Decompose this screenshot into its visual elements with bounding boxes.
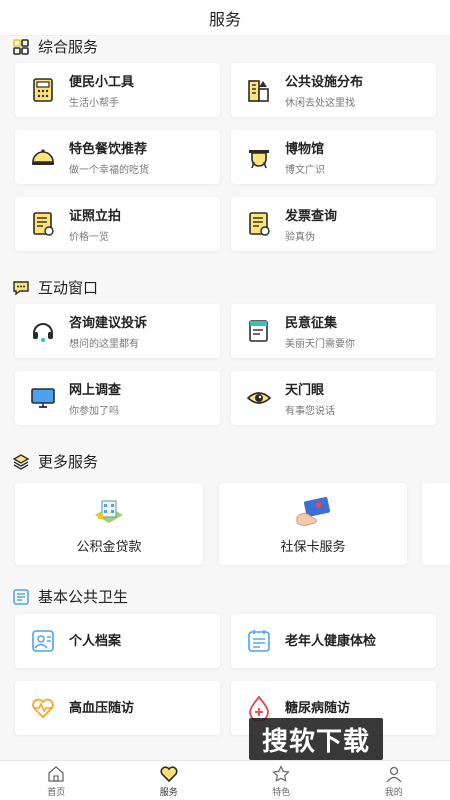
housing-building-icon <box>89 494 129 530</box>
card-label: 社保卡服务 <box>280 538 346 554</box>
card-title: 公共设施分布 <box>285 74 364 89</box>
food-cloche-icon <box>29 143 57 171</box>
card-subtitle: 博文广识 <box>285 165 325 176</box>
card-hand-icon <box>293 494 333 530</box>
invoice-icon <box>245 210 273 238</box>
monitor-icon <box>29 384 57 412</box>
card-tianmen-eye[interactable]: 天门眼 有事您说话 <box>231 371 436 425</box>
grid-icon <box>12 38 30 56</box>
card-housing-fund-loan[interactable]: 公积金贷款 <box>15 483 203 565</box>
card-title: 咨询建议投诉 <box>69 315 148 330</box>
card-more-partial[interactable] <box>422 483 450 565</box>
tab-featured[interactable]: 特色 <box>225 761 338 800</box>
card-title: 证照立拍 <box>69 208 122 223</box>
card-subtitle: 有事您说话 <box>285 406 335 417</box>
chat-bubble-icon <box>12 279 30 297</box>
user-icon <box>384 764 404 784</box>
card-title: 博物馆 <box>285 141 325 156</box>
card-personal-record[interactable]: 个人档案 <box>15 614 220 668</box>
card-online-survey[interactable]: 网上调查 你参加了吗 <box>15 371 220 425</box>
card-title: 网上调查 <box>69 382 122 397</box>
card-public-facilities[interactable]: 公共设施分布 休闲去处这里找 <box>231 63 436 117</box>
card-subtitle: 你参加了吗 <box>69 406 119 417</box>
card-title: 高血压随访 <box>69 699 135 715</box>
tab-home[interactable]: 首页 <box>0 761 113 800</box>
card-title: 老年人健康体检 <box>285 632 377 648</box>
card-title: 天门眼 <box>285 382 325 397</box>
section-title-health: 基本公共卫生 <box>12 586 128 607</box>
card-subtitle: 做一个幸福的吃货 <box>69 165 149 176</box>
building-icon <box>245 76 273 104</box>
page-header: 服务 <box>0 0 450 36</box>
card-title: 民意征集 <box>285 315 338 330</box>
tab-label: 首页 <box>47 786 66 797</box>
card-consult-complaint[interactable]: 咨询建议投诉 想问的这里都有 <box>15 304 220 358</box>
card-title: 便民小工具 <box>69 74 135 89</box>
section-label: 互动窗口 <box>38 280 99 297</box>
card-title: 发票查询 <box>285 208 338 223</box>
card-convenience-tools[interactable]: 便民小工具 生活小帮手 <box>15 63 220 117</box>
home-icon <box>46 764 66 784</box>
section-label: 更多服务 <box>38 454 99 471</box>
card-hypertension-followup[interactable]: 高血压随访 <box>15 681 220 735</box>
service-scroll-area[interactable]: 综合服务 便民小工具 生活小帮手 公共设施分布 休闲去处这里找 特色餐饮推荐 做… <box>0 36 450 760</box>
opinion-form-icon <box>245 317 273 345</box>
tab-mine[interactable]: 我的 <box>338 761 450 800</box>
tab-label: 特色 <box>272 786 291 797</box>
profile-file-icon <box>29 627 57 655</box>
card-invoice-query[interactable]: 发票查询 验真伪 <box>231 197 436 251</box>
tab-label: 我的 <box>384 786 403 797</box>
card-elderly-checkup[interactable]: 老年人健康体检 <box>231 614 436 668</box>
document-icon <box>29 210 57 238</box>
card-public-opinion[interactable]: 民意征集 美丽天门需要你 <box>231 304 436 358</box>
headset-icon <box>29 317 57 345</box>
section-title-interactive: 互动窗口 <box>12 277 98 298</box>
heart-icon <box>159 764 179 784</box>
card-subtitle: 美丽天门需要你 <box>285 339 355 350</box>
card-museum[interactable]: 博物馆 博文广识 <box>231 130 436 184</box>
museum-icon <box>245 143 273 171</box>
card-subtitle: 生活小帮手 <box>69 98 119 109</box>
bottom-tabbar: 首页 服务 特色 我的 <box>0 760 450 800</box>
card-food-recommend[interactable]: 特色餐饮推荐 做一个幸福的吃货 <box>15 130 220 184</box>
page-title: 服务 <box>208 11 241 29</box>
tab-service[interactable]: 服务 <box>113 761 226 800</box>
section-label: 综合服务 <box>38 39 99 56</box>
card-social-security[interactable]: 社保卡服务 <box>219 483 407 565</box>
calculator-icon <box>29 76 57 104</box>
checklist-icon <box>245 627 273 655</box>
section-title-comprehensive: 综合服务 <box>12 36 98 57</box>
card-subtitle: 价格一览 <box>69 232 109 243</box>
card-title: 个人档案 <box>69 632 122 648</box>
section-label: 基本公共卫生 <box>38 589 129 606</box>
card-subtitle: 休闲去处这里找 <box>285 98 355 109</box>
card-title: 特色餐饮推荐 <box>69 141 148 156</box>
tab-label: 服务 <box>159 786 178 797</box>
watermark: 搜软下载 <box>249 718 383 760</box>
health-list-icon <box>12 588 30 606</box>
layers-icon <box>12 453 30 471</box>
section-title-more: 更多服务 <box>12 451 98 472</box>
heart-pulse-icon <box>29 694 57 722</box>
card-subtitle: 想问的这里都有 <box>69 339 139 350</box>
card-subtitle: 验真伪 <box>285 232 315 243</box>
card-title: 糖尿病随访 <box>285 699 351 715</box>
star-icon <box>271 764 291 784</box>
eye-icon <box>245 384 273 412</box>
card-label: 公积金贷款 <box>76 538 142 554</box>
card-id-photo[interactable]: 证照立拍 价格一览 <box>15 197 220 251</box>
